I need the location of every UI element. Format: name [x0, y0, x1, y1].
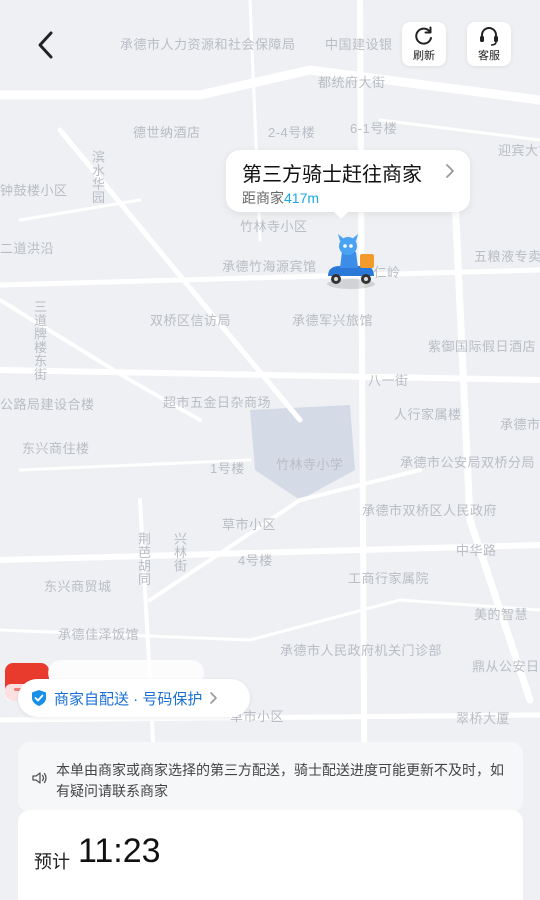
map-label: 五粮液专卖 — [474, 249, 540, 264]
map-label: 翠桥大厦 — [456, 711, 511, 726]
map-label: 承德佳泽饭馆 — [58, 627, 140, 642]
map-label: 工商行家属院 — [348, 571, 430, 586]
map-label: 承德市公安局双桥分局 — [400, 455, 536, 470]
map-label: 紫御国际假日酒店 — [428, 339, 537, 354]
delivery-info-pill[interactable]: 商家自配送 · 号码保护 — [18, 679, 250, 717]
map-label: 承德市人民政府机关门诊部 — [280, 643, 443, 658]
map-label: 美的智慧 — [474, 607, 529, 622]
map-label: 都统府大街 — [318, 75, 386, 90]
map-label: 八一街 — [368, 373, 409, 388]
map-label: 德世纳酒店 — [133, 125, 201, 140]
distance-prefix: 距商家 — [242, 190, 284, 206]
map-label: 2-4号楼 — [268, 125, 316, 140]
map-label: 竹林寺小学 — [276, 457, 344, 472]
map-label: 三道牌楼东街 — [32, 300, 47, 381]
map-label: 钟鼓楼小区 — [0, 183, 68, 198]
refresh-button[interactable]: 刷新 — [402, 22, 446, 66]
map-label: 1号楼 — [210, 461, 245, 476]
map-label: 草市小区 — [222, 517, 277, 532]
map-label: 承德竹海源宾馆 — [222, 259, 317, 274]
map-label: 中国建设银 — [325, 37, 393, 52]
map-label: 承德军兴旅馆 — [292, 313, 374, 328]
eta-prefix: 预计 — [34, 852, 70, 872]
rider-status-bubble[interactable]: 第三方骑士赶往商家 距商家417m — [226, 150, 470, 219]
eta-panel: 预计 11:23 — [18, 810, 523, 900]
back-button[interactable] — [30, 28, 64, 62]
map-label: 人行家属楼 — [394, 407, 462, 422]
rider-status-title: 第三方骑士赶往商家 — [242, 164, 422, 186]
rider-marker — [322, 232, 380, 292]
customer-service-label: 客服 — [478, 49, 500, 62]
map-label: 双桥区信访局 — [150, 313, 232, 328]
map-label: 中华路 — [456, 543, 497, 558]
map-label: 竹林寺小区 — [240, 219, 308, 234]
map-label: 二道洪沿 — [0, 241, 55, 256]
chevron-right-icon — [446, 164, 454, 178]
distance-value: 417m — [284, 190, 320, 206]
headset-icon — [480, 26, 498, 46]
refresh-icon — [415, 26, 432, 45]
map-label: 6-1号楼 — [350, 121, 398, 136]
customer-service-button[interactable]: 客服 — [467, 22, 511, 66]
map-label: 承德市局双桥 — [500, 417, 540, 432]
chevron-right-icon — [210, 692, 218, 704]
map-label: 滨水华园 — [90, 150, 105, 204]
map-label: 公路局建设合楼 — [0, 397, 95, 412]
map-label: 承德市双桥区人民政府 — [362, 503, 498, 518]
scooter-rider-icon — [327, 234, 375, 289]
map-label: 荆芭胡同 — [136, 532, 151, 586]
map-label: 承德市人力资源和社会保障局 — [120, 37, 296, 52]
map-label: 东兴商贸城 — [44, 579, 112, 594]
shield-check-icon — [32, 690, 46, 706]
map-label: 鼎从公安日西营庄 — [472, 659, 540, 674]
notice-card: 本单由商家或商家选择的第三方配送，骑士配送进度可能更新不及时，如有疑问请联系商家 — [18, 742, 523, 812]
map-label: 兴林街 — [172, 532, 187, 573]
map-label: 4号楼 — [238, 553, 273, 568]
notice-text: 本单由商家或商家选择的第三方配送，骑士配送进度可能更新不及时，如有疑问请联系商家 — [56, 762, 504, 799]
speaker-icon — [32, 772, 47, 784]
eta-time: 11:23 — [78, 832, 161, 870]
map-label: 东兴商住楼 — [22, 441, 90, 456]
refresh-label: 刷新 — [413, 49, 435, 62]
map-label: 迎宾大市 — [498, 143, 540, 158]
chevron-left-icon — [38, 31, 53, 59]
map-label: 超市五金日杂商场 — [163, 395, 272, 410]
distance-text: 距商家417m — [242, 188, 319, 208]
delivery-info-label: 商家自配送 · 号码保护 — [54, 690, 203, 708]
